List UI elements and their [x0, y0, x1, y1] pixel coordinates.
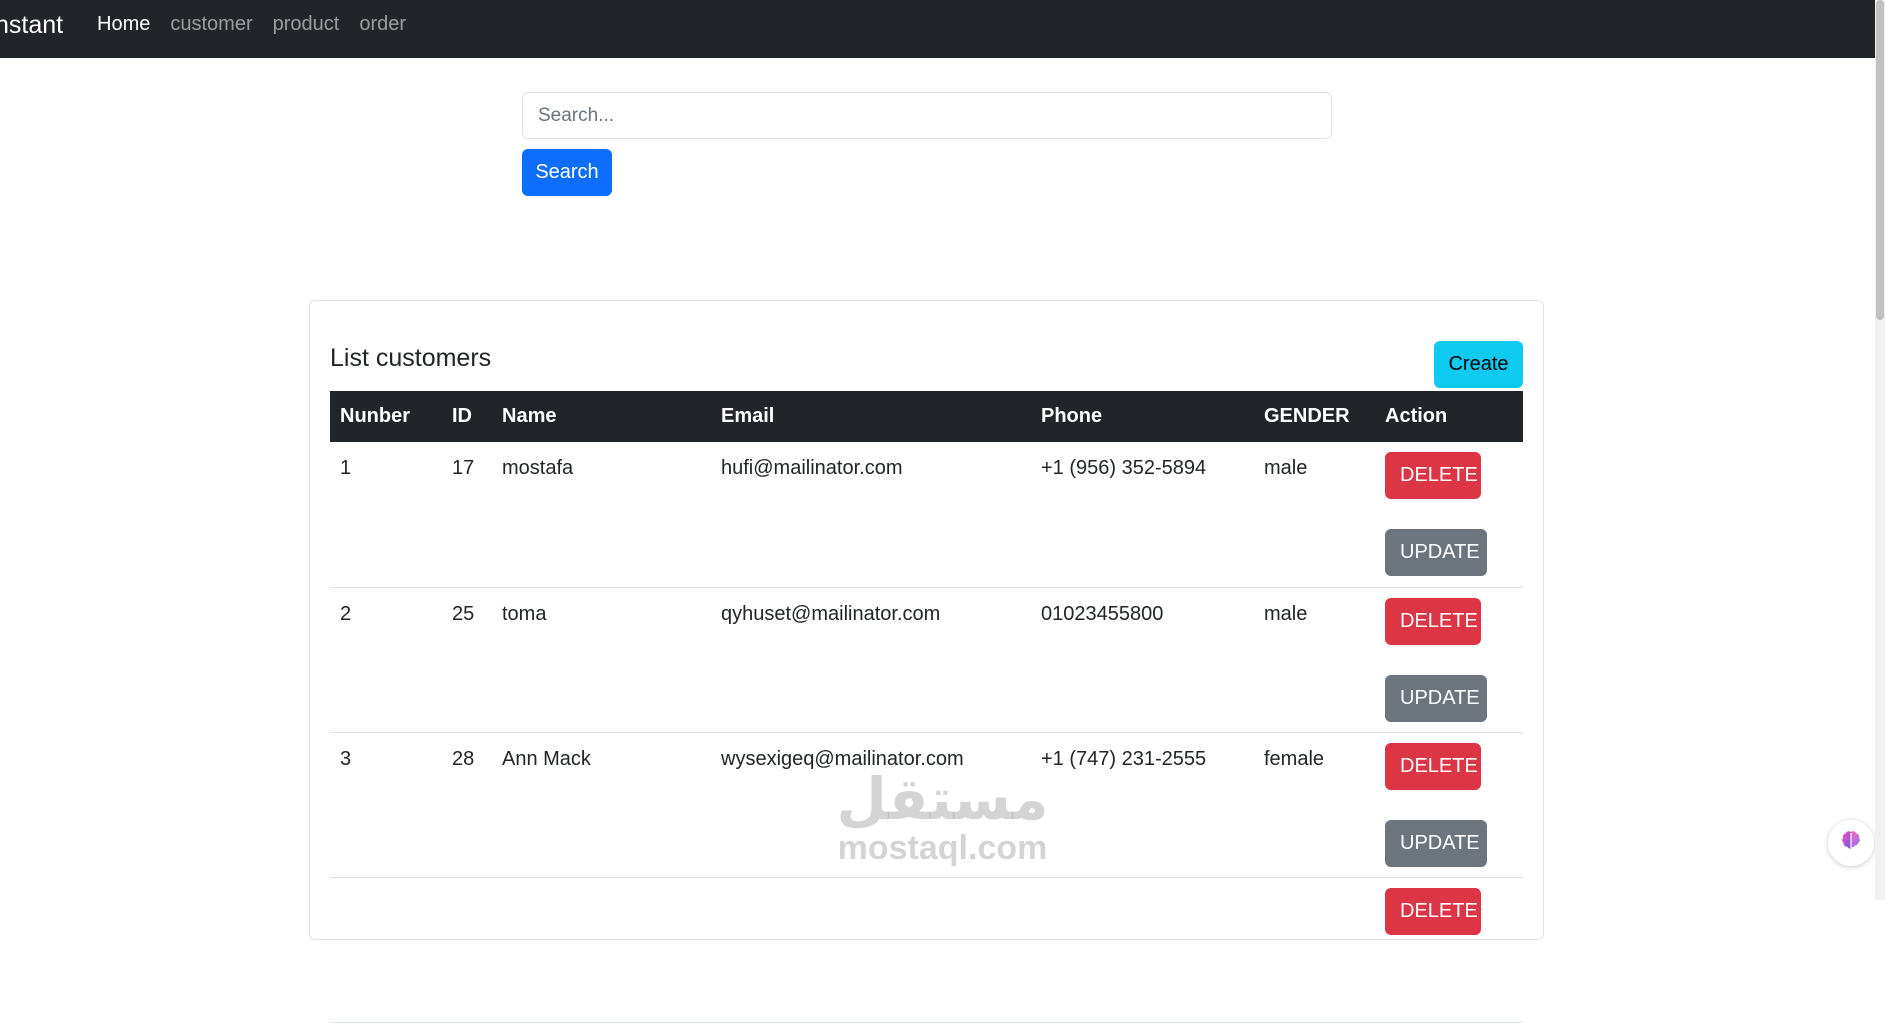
- nav-link-order[interactable]: order: [359, 12, 406, 37]
- cell-phone: +1 (747) 231-2555: [1031, 732, 1254, 878]
- cell-number: 3: [330, 732, 442, 878]
- cell-name: toma: [492, 587, 711, 733]
- assistant-widget-button[interactable]: [1828, 820, 1874, 866]
- customers-table: Nunber ID Name Email Phone GENDER Action…: [330, 391, 1523, 1023]
- nav-link-product[interactable]: product: [273, 12, 340, 37]
- cell-phone: 01023455800: [1031, 587, 1254, 733]
- header-gender: GENDER: [1254, 391, 1375, 442]
- cell-id: 28: [442, 732, 492, 878]
- cell-gender: male: [1254, 442, 1375, 588]
- nav-links: Home customer product order: [97, 12, 406, 37]
- brand-logo[interactable]: nstant: [0, 10, 63, 40]
- cell-action: DELETE: [1375, 877, 1523, 1023]
- cell-email: qyhuset@mailinator.com: [711, 587, 1031, 733]
- nav-link-home[interactable]: Home: [97, 12, 150, 37]
- cell-id: 25: [442, 587, 492, 733]
- cell-action: DELETE UPDATE: [1375, 587, 1523, 733]
- page-scrollbar[interactable]: [1875, 0, 1885, 900]
- header-action: Action: [1375, 391, 1523, 442]
- header-name: Name: [492, 391, 711, 442]
- create-button[interactable]: Create: [1434, 341, 1523, 388]
- header-number: Nunber: [330, 391, 442, 442]
- search-button[interactable]: Search: [522, 149, 612, 196]
- cell-name: Ann Mack: [492, 732, 711, 878]
- table-row: 1 17 mostafa hufi@mailinator.com +1 (956…: [330, 442, 1523, 588]
- table-row-partial: DELETE: [330, 877, 1523, 1023]
- header-email: Email: [711, 391, 1031, 442]
- table-row: 2 25 toma qyhuset@mailinator.com 0102345…: [330, 587, 1523, 733]
- card-title: List customers: [330, 344, 492, 372]
- cell-number: 1: [330, 442, 442, 588]
- cell-name: mostafa: [492, 442, 711, 588]
- nav-link-customer[interactable]: customer: [170, 12, 252, 37]
- cell-number: 2: [330, 587, 442, 733]
- search-input[interactable]: [522, 92, 1332, 139]
- cell-phone: +1 (956) 352-5894: [1031, 442, 1254, 588]
- update-button[interactable]: UPDATE: [1385, 674, 1487, 722]
- scrollbar-thumb[interactable]: [1876, 0, 1884, 320]
- header-phone: Phone: [1031, 391, 1254, 442]
- table-row: 3 28 Ann Mack wysexigeq@mailinator.com +…: [330, 732, 1523, 878]
- delete-button[interactable]: DELETE: [1385, 887, 1481, 935]
- delete-button[interactable]: DELETE: [1385, 597, 1481, 645]
- navbar: nstant Home customer product order: [0, 0, 1875, 58]
- cell-email: wysexigeq@mailinator.com: [711, 732, 1031, 878]
- cell-gender: male: [1254, 587, 1375, 733]
- delete-button[interactable]: DELETE: [1385, 742, 1481, 790]
- customers-card: List customers Create Nunber ID Name Ema…: [309, 300, 1544, 1023]
- update-button[interactable]: UPDATE: [1385, 529, 1487, 576]
- delete-button[interactable]: DELETE: [1385, 452, 1481, 499]
- cell-action: DELETE UPDATE: [1375, 442, 1523, 588]
- table-header-row: Nunber ID Name Email Phone GENDER Action: [330, 391, 1523, 442]
- cell-gender: female: [1254, 732, 1375, 878]
- update-button[interactable]: UPDATE: [1385, 819, 1487, 867]
- cell-partial: [330, 877, 1375, 1023]
- cell-id: 17: [442, 442, 492, 588]
- cell-email: hufi@mailinator.com: [711, 442, 1031, 588]
- cell-action: DELETE UPDATE: [1375, 732, 1523, 878]
- header-id: ID: [442, 391, 492, 442]
- brain-icon: [1839, 829, 1863, 858]
